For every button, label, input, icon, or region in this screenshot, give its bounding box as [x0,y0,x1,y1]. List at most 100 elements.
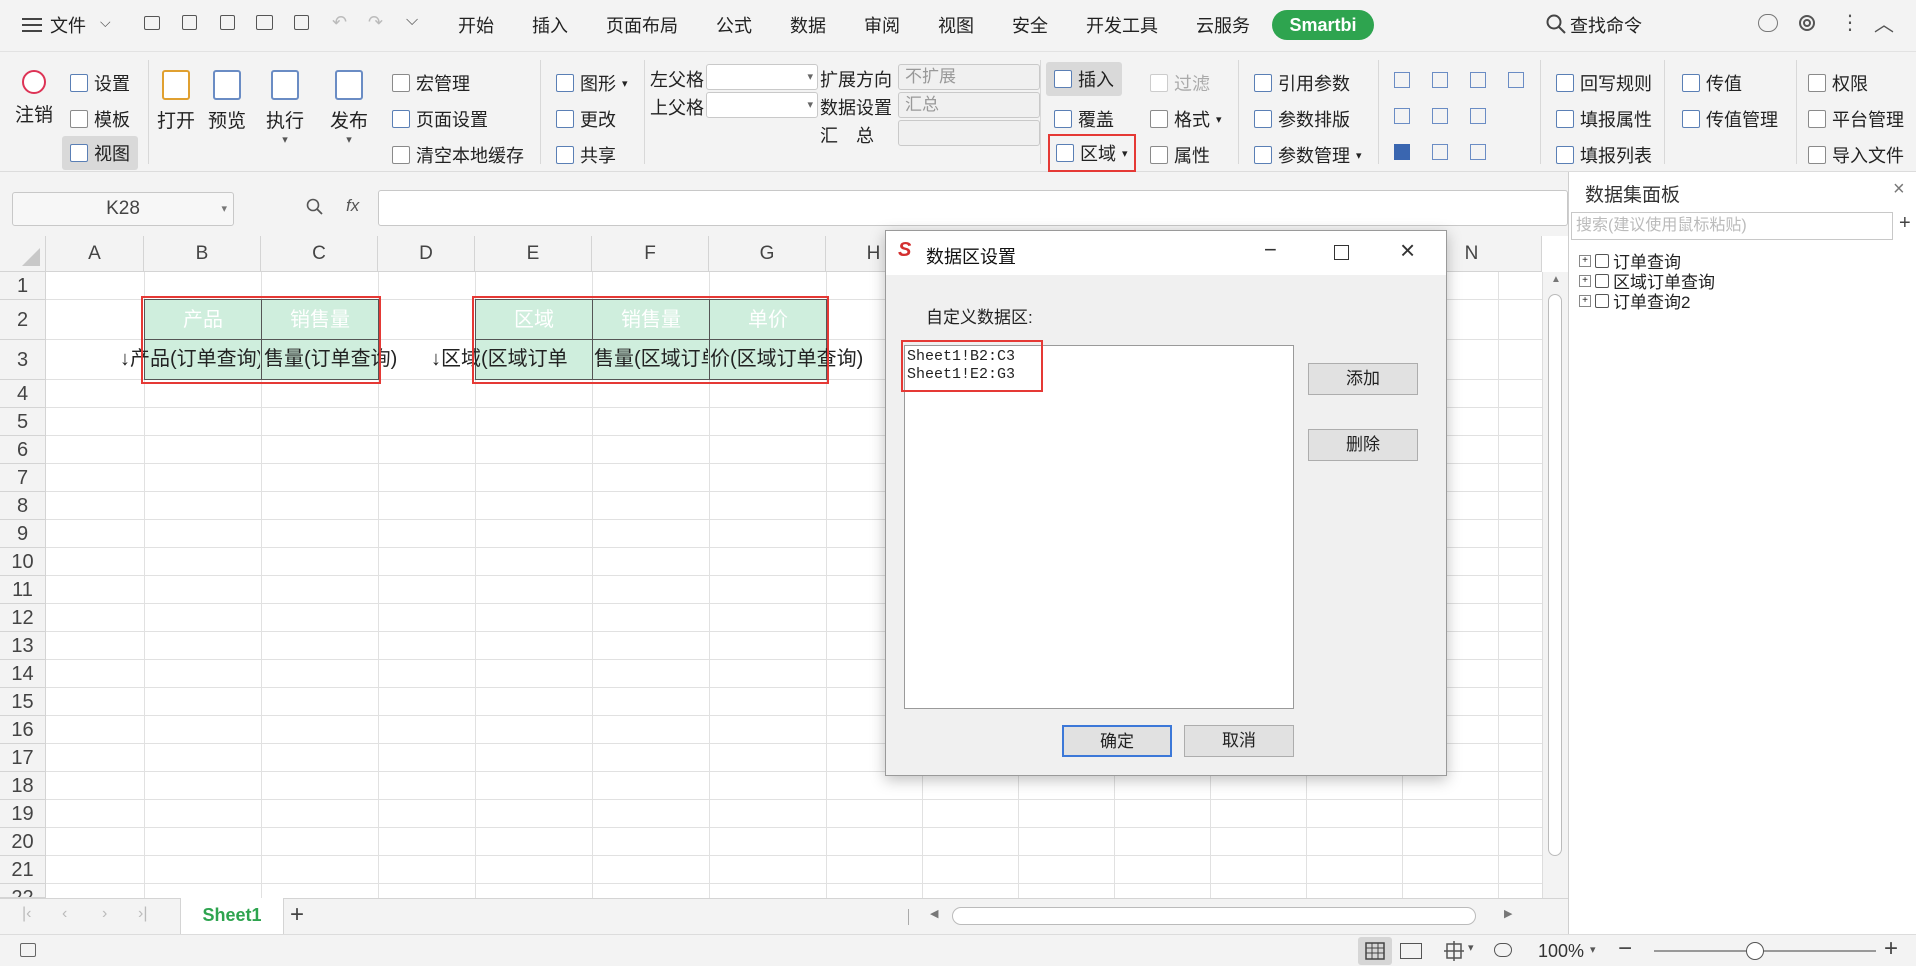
row-header-7[interactable]: 7 [0,464,46,492]
calendar-control-icon[interactable] [1470,72,1486,88]
scroll-right-icon[interactable]: ▶ [1504,907,1512,920]
redo-icon[interactable]: ↷ [368,12,383,33]
panel-search-input[interactable]: 搜索(建议使用鼠标粘贴) [1571,212,1893,240]
page-setup-button[interactable]: 页面设置 [392,106,488,132]
expand-icon[interactable]: + [1579,294,1591,307]
folder-icon[interactable] [144,16,160,30]
view-button[interactable]: 视图 [62,136,138,170]
horizontal-scroll-thumb[interactable] [952,907,1476,925]
vertical-scrollbar[interactable]: ▲ ▼ [1542,272,1568,898]
share-button[interactable]: 共享 [556,142,616,168]
region-button[interactable]: 区域 ▾ [1048,134,1136,172]
row-header-22[interactable]: 22 [0,884,46,898]
row-header-12[interactable]: 12 [0,604,46,632]
chat-icon[interactable] [1758,14,1778,32]
tree-control-icon[interactable] [1432,108,1448,124]
dropdown-control-icon[interactable] [1432,72,1448,88]
edit-control-icon[interactable] [1432,144,1448,160]
fill-property-button[interactable]: 填报属性 [1556,106,1652,132]
pass-manage-button[interactable]: 传值管理 [1682,106,1778,132]
ok-button[interactable]: 确定 [1062,725,1172,757]
fill-list-button[interactable]: 填报列表 [1556,142,1652,168]
row-header-6[interactable]: 6 [0,436,46,464]
vertical-scroll-thumb[interactable] [1548,294,1562,856]
insert-button[interactable]: 插入 [1046,62,1122,96]
zoom-level[interactable]: 100% [1538,941,1584,962]
menu-developer[interactable]: 开发工具 [1086,12,1158,38]
column-header-d[interactable]: D [378,236,475,272]
template-button[interactable]: 模板 [70,106,130,132]
platform-manage-button[interactable]: 平台管理 [1808,106,1916,132]
column-header-g[interactable]: G [709,236,826,272]
change-button[interactable]: 更改 [556,106,616,132]
zoom-in-icon[interactable]: + [1884,935,1898,963]
row-header-17[interactable]: 17 [0,744,46,772]
pass-value-button[interactable]: 传值 [1682,70,1742,96]
top-parent-select[interactable]: ▾ [706,92,818,118]
scroll-up-icon[interactable]: ▲ [1551,274,1561,285]
print-preview-icon[interactable] [294,15,309,30]
row-header-8[interactable]: 8 [0,492,46,520]
zoom-slider-track[interactable] [1654,950,1876,952]
writeback-rule-button[interactable]: 回写规则 [1556,70,1652,96]
menu-insert[interactable]: 插入 [532,12,568,38]
eye-protection-icon[interactable] [1494,943,1512,957]
row-header-14[interactable]: 14 [0,660,46,688]
row-header-16[interactable]: 16 [0,716,46,744]
macro-record-icon[interactable] [20,943,36,957]
data-setting-select[interactable]: 汇总 [898,92,1040,118]
column-header-b[interactable]: B [144,236,261,272]
open-button[interactable]: 打开 [156,70,196,133]
file-menu[interactable]: 文件 [50,12,86,38]
row-header-1[interactable]: 1 [0,272,46,300]
chevron-down-icon[interactable]: ⌵ [100,14,111,31]
page-layout-view-icon[interactable] [1442,941,1466,961]
add-dataset-icon[interactable]: + [1899,212,1911,235]
customize-icon[interactable]: ⌵ [406,12,418,30]
sheet-tab-sheet1[interactable]: Sheet1 [180,898,284,934]
undo-icon[interactable]: ↶ [332,12,347,33]
add-sheet-icon[interactable]: + [290,901,304,929]
row-header-18[interactable]: 18 [0,772,46,800]
tree-item-order-query-2[interactable]: + 订单查询2 [1579,288,1690,313]
preview-button[interactable]: 预览 [206,70,248,133]
row-header-20[interactable]: 20 [0,828,46,856]
param-manage-button[interactable]: 参数管理 ▾ [1254,142,1362,168]
last-sheet-icon[interactable]: ›| [138,905,147,923]
select-all-corner[interactable] [0,236,46,272]
menu-security[interactable]: 安全 [1012,12,1048,38]
column-header-c[interactable]: C [261,236,378,272]
save-icon[interactable] [182,15,197,30]
maximize-icon[interactable] [1334,245,1349,260]
row-header-13[interactable]: 13 [0,632,46,660]
expand-icon[interactable]: + [1579,254,1591,267]
menu-review[interactable]: 审阅 [864,12,900,38]
menu-formula[interactable]: 公式 [716,12,752,38]
graphic-button[interactable]: 图形 ▾ [556,70,628,96]
zoom-slider-thumb[interactable] [1746,942,1764,960]
zoom-out-icon[interactable]: − [1618,935,1632,963]
row-header-15[interactable]: 15 [0,688,46,716]
next-sheet-icon[interactable]: › [102,905,107,923]
page-break-view-icon[interactable] [1400,943,1422,959]
execute-button[interactable]: 执行 ▾ [264,70,306,146]
collapse-ribbon-icon[interactable]: ︿ [1874,8,1894,37]
ref-param-button[interactable]: 引用参数 [1254,70,1350,96]
left-parent-select[interactable]: ▾ [706,64,818,90]
menu-page-layout[interactable]: 页面布局 [606,12,678,38]
cancel-button[interactable]: 取消 [1184,725,1294,757]
minimize-icon[interactable]: − [1264,237,1277,263]
row-header-3[interactable]: 3 [0,340,46,380]
close-icon[interactable]: × [1400,235,1415,266]
expand-direction-select[interactable]: 不扩展 [898,64,1040,90]
first-sheet-icon[interactable]: |‹ [22,905,31,923]
checkbox-control-icon[interactable] [1394,144,1410,160]
normal-view-button[interactable] [1358,937,1392,965]
scroll-left-icon[interactable]: ◀ [930,907,938,920]
delete-button[interactable]: 删除 [1308,429,1418,461]
column-header-a[interactable]: A [46,236,144,272]
spinner-control-icon[interactable] [1508,72,1524,88]
row-header-21[interactable]: 21 [0,856,46,884]
zoom-formula-icon[interactable] [306,198,324,216]
settings-button[interactable]: 设置 [70,70,130,96]
